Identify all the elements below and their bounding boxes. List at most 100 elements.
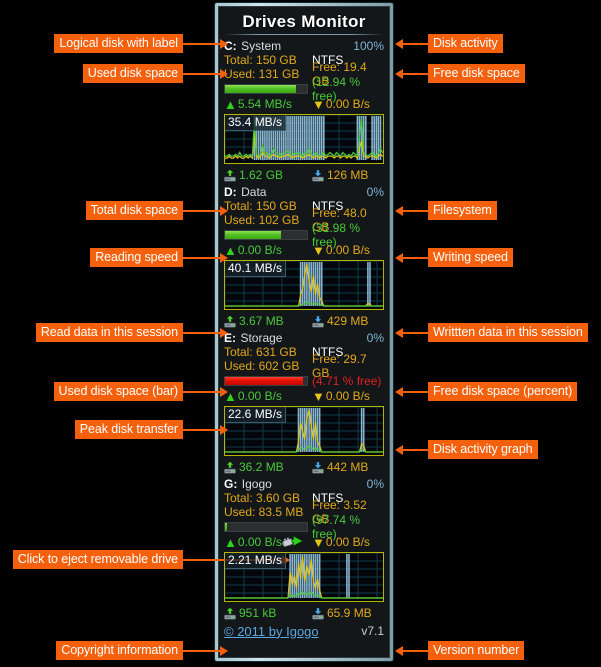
annotation-leader-l4 <box>183 332 220 334</box>
session-read-value: 36.2 MB <box>239 460 284 474</box>
footer: © 2011 by Igogo v7.1 <box>224 622 384 640</box>
session-write-value: 126 MB <box>327 168 369 182</box>
annotation-arrow-r5 <box>395 387 403 397</box>
used-disk-space-bar <box>224 375 308 386</box>
reading-speed: ▲ 0.00 B/s <box>224 388 282 404</box>
annotation-leader-r0 <box>403 43 428 45</box>
drive-bar-row: (31.98 % free) <box>224 221 384 249</box>
drive-label: Data <box>241 185 267 199</box>
peak-disk-transfer: 40.1 MB/s <box>225 261 287 277</box>
page-title: Drives Monitor <box>242 12 366 31</box>
disk-download-icon <box>312 169 324 182</box>
annotation-label-l5: Used disk space (bar) <box>53 382 183 401</box>
peak-disk-transfer: 2.21 MB/s <box>225 553 287 569</box>
annotation-arrow-l8 <box>220 646 228 656</box>
annotation-arrow-r0 <box>395 39 403 49</box>
annotation-leader-l3 <box>183 257 220 259</box>
annotation-arrow-l6 <box>220 425 228 435</box>
used-disk-space-bar <box>224 83 308 94</box>
disk-activity-graph: 22.6 MB/s <box>224 406 384 456</box>
arrow-down-icon: ▼ <box>312 96 325 112</box>
annotation-leader-r1 <box>403 73 428 75</box>
widget-screen: Drives Monitor C: System 100% Total: 150 G… <box>219 7 389 657</box>
total-disk-space: Total: 150 GB <box>224 53 297 67</box>
title-divider <box>224 34 384 35</box>
writing-speed: ▼ 0.00 B/s <box>312 388 370 404</box>
disk-upload-icon <box>224 168 236 182</box>
peak-disk-transfer: 35.4 MB/s <box>225 115 287 131</box>
arrow-down-icon: ▼ <box>312 534 325 550</box>
arrow-down-icon: ▼ <box>312 388 325 404</box>
disk-download-icon <box>312 315 324 328</box>
annotation-label-l4: Read data in this session <box>35 323 183 342</box>
total-disk-space: Total: 3.60 GB <box>224 491 301 505</box>
arrow-down-icon: ▼ <box>312 242 325 258</box>
writing-speed: ▼ 0.00 B/s <box>312 534 370 550</box>
reading-speed: ▲ 0.00 B/s <box>224 242 282 258</box>
annotation-leader-r2 <box>403 210 428 212</box>
annotation-leader-r3 <box>403 257 428 259</box>
disk-activity-percent: 0% <box>366 185 384 199</box>
written-data-this-session: 442 MB <box>312 460 368 474</box>
annotation-label-r5: Free disk space (percent) <box>428 382 578 401</box>
arrow-up-icon: ▲ <box>224 96 237 112</box>
used-disk-space: Used: 102 GB <box>224 213 300 227</box>
annotation-arrow-r2 <box>395 206 403 216</box>
disk-download-icon <box>312 607 324 620</box>
session-write-value: 442 MB <box>327 460 369 474</box>
annotation-arrow-l2 <box>220 206 228 216</box>
used-disk-space-bar <box>224 229 308 240</box>
read-data-this-session: 36.2 MB <box>224 460 312 474</box>
drive-block-C: C: System 100% Total: 150 GB NTFS Used: 131 … <box>224 38 384 184</box>
drive-speed-row: ▲ 0.00 B/s ▼ 0.00 B/s <box>224 534 384 550</box>
drive-label: Storage <box>240 331 283 345</box>
total-disk-space: Total: 150 GB <box>224 199 297 213</box>
session-write-value: 65.9 MB <box>327 606 372 620</box>
drive-session-row: 1.62 GB 126 MB <box>224 166 384 184</box>
annotated-screenshot: Drives Monitor C: System 100% Total: 150 G… <box>0 0 601 667</box>
drive-block-D: D: Data 0% Total: 150 GB NTFS Used: 102 GB Fr… <box>224 184 384 330</box>
drive-header-row: C: System 100% <box>224 39 384 53</box>
annotation-arrow-r6 <box>395 445 403 455</box>
annotation-arrow-l4 <box>220 328 228 338</box>
disk-activity-graph: 2.21 MB/s <box>224 552 384 602</box>
annotation-label-l8: Copyright information <box>56 641 183 660</box>
writing-speed: ▼ 0.00 B/s <box>312 242 370 258</box>
disk-download-icon <box>312 461 324 474</box>
eject-removable-drive-button[interactable] <box>282 534 304 548</box>
disk-upload-icon <box>224 606 236 620</box>
free-disk-space-percent: (4.71 % free) <box>312 373 382 388</box>
annotation-leader-r7 <box>403 650 428 652</box>
annotation-label-l1: Used disk space <box>82 64 183 83</box>
drive-block-E: E: Storage 0% Total: 631 GB NTFS Used: 602 G… <box>224 330 384 476</box>
session-read-value: 3.67 MB <box>239 314 284 328</box>
drive-label: Igogo <box>241 477 272 491</box>
annotation-label-l7: Click to eject removable drive <box>12 550 183 569</box>
copyright-link[interactable]: © 2011 by Igogo <box>224 624 361 639</box>
version-number: v7.1 <box>361 624 384 638</box>
drive-letter: D: <box>224 185 237 199</box>
read-data-this-session: 1.62 GB <box>224 168 312 182</box>
annotation-leader-l0 <box>183 43 220 45</box>
drive-speed-row: ▲ 0.00 B/s ▼ 0.00 B/s <box>224 242 384 258</box>
written-data-this-session: 126 MB <box>312 168 368 182</box>
drive-letter: G: <box>224 477 238 491</box>
annotation-label-r6: Disk activity graph <box>428 440 538 459</box>
annotation-label-r2: Filesystem <box>428 201 497 220</box>
annotation-arrow-r3 <box>395 253 403 263</box>
drives-list: C: System 100% Total: 150 GB NTFS Used: 131 … <box>224 38 384 622</box>
drive-speed-row: ▲ 0.00 B/s ▼ 0.00 B/s <box>224 388 384 404</box>
drive-session-row: 36.2 MB 442 MB <box>224 458 384 476</box>
annotation-arrow-r1 <box>395 69 403 79</box>
drive-session-row: 951 kB 65.9 MB <box>224 604 384 622</box>
reading-speed: ▲ 5.54 MB/s <box>224 96 292 112</box>
annotation-label-r0: Disk activity <box>428 34 503 53</box>
annotation-leader-l5 <box>183 391 220 393</box>
annotation-arrow-r4 <box>395 328 403 338</box>
disk-activity-graph: 40.1 MB/s <box>224 260 384 310</box>
used-disk-space-bar <box>224 521 308 532</box>
annotation-arrow-l1 <box>220 69 228 79</box>
used-disk-space: Used: 83.5 MB <box>224 505 304 519</box>
drives-monitor-widget: Drives Monitor C: System 100% Total: 150 G… <box>214 2 394 662</box>
annotation-label-l3: Reading speed <box>90 248 183 267</box>
